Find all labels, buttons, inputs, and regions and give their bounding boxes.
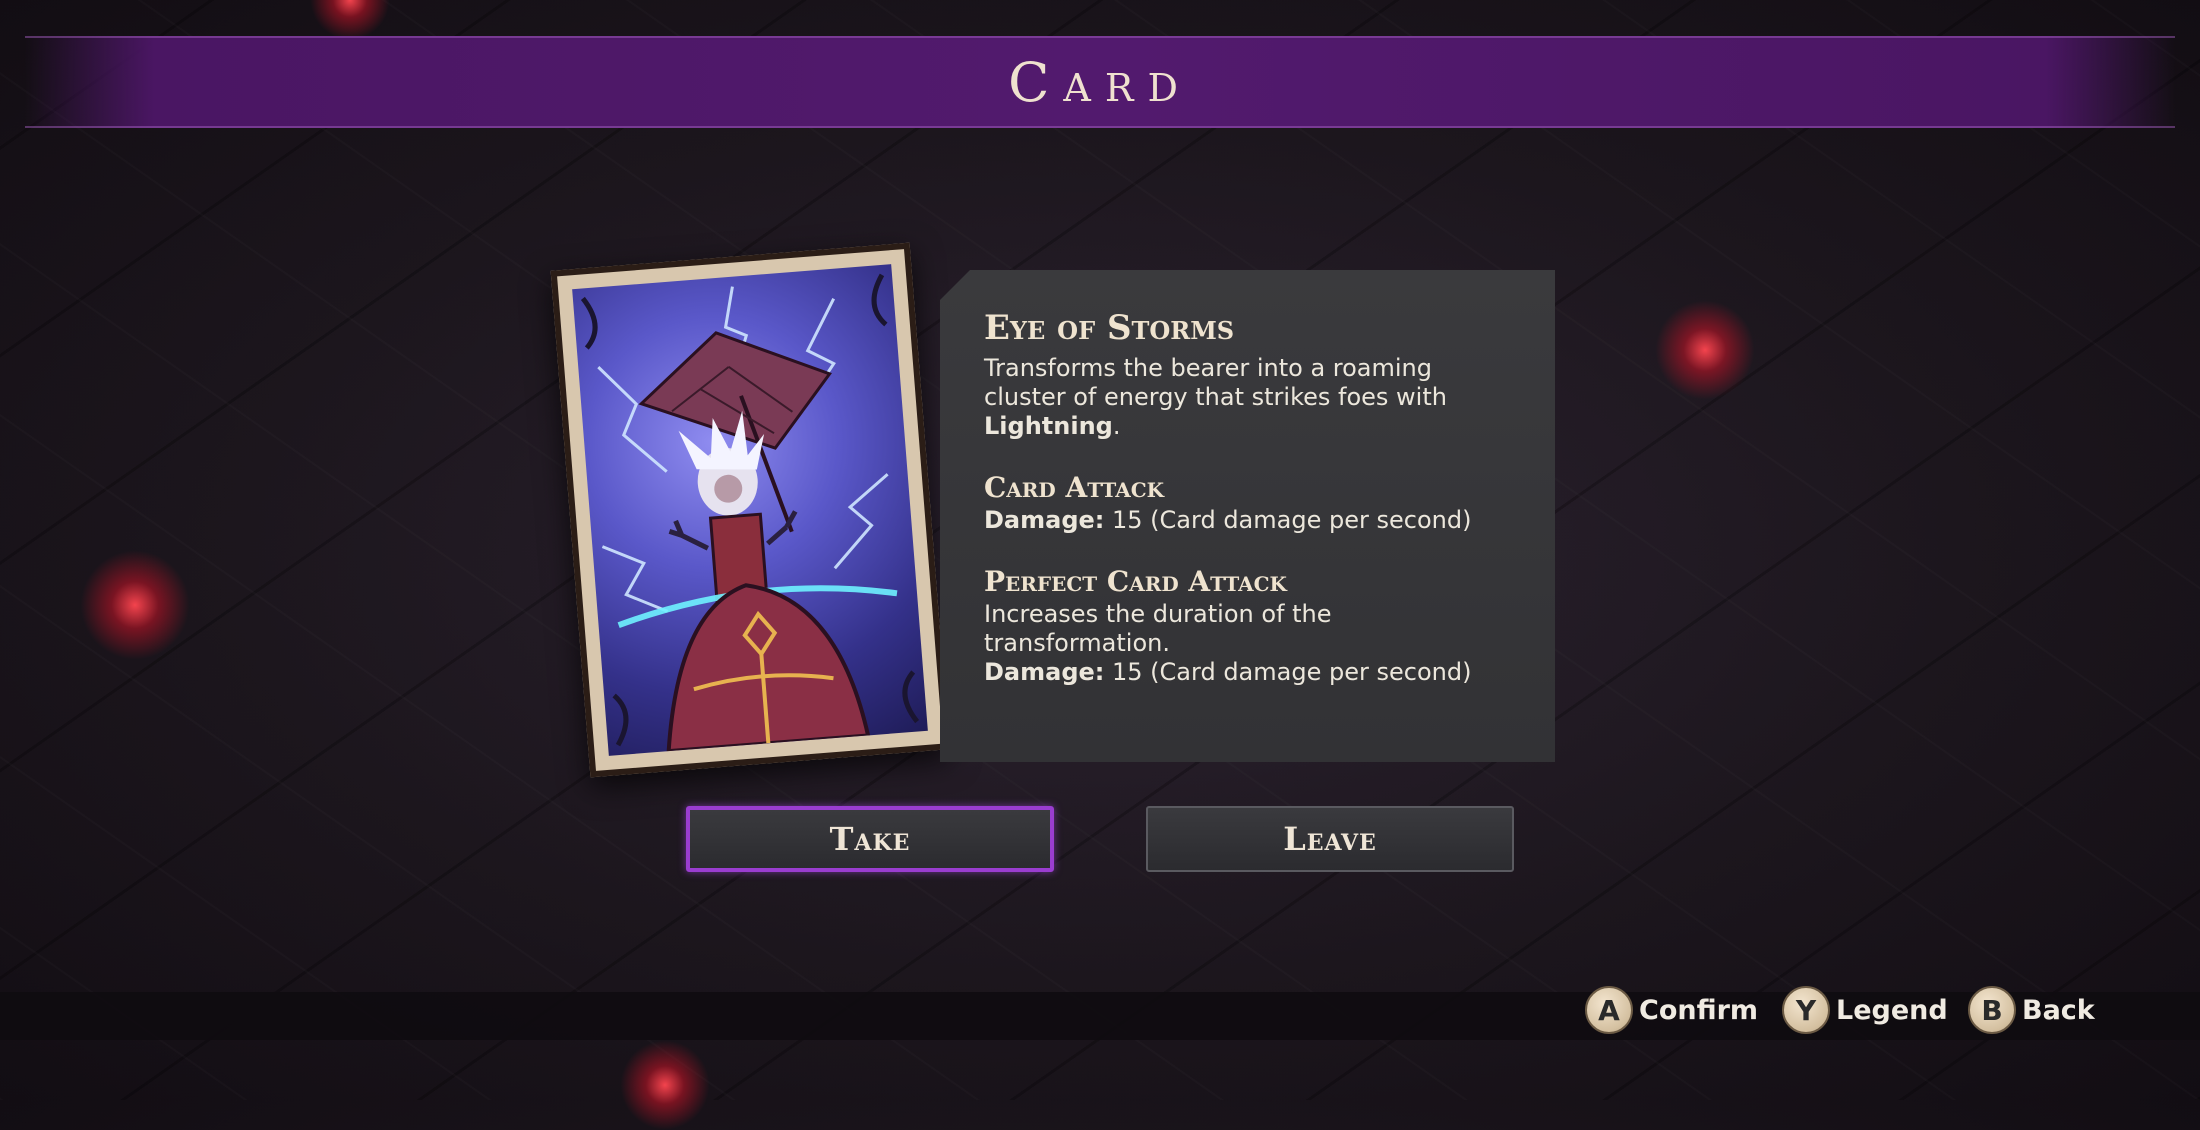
card-description-line-2: cluster of energy that strikes foes with — [984, 383, 1447, 411]
damage-label: Damage: — [984, 658, 1105, 686]
card-illustration — [550, 242, 950, 778]
page-title: Card — [1008, 50, 1192, 114]
legend-hint-label: Legend — [1836, 994, 1948, 1026]
back-hint[interactable]: B Back — [1968, 986, 2095, 1034]
storm-character-illustration — [580, 273, 920, 754]
y-button-icon: Y — [1782, 986, 1830, 1034]
card-description-end: . — [1112, 412, 1121, 440]
b-button-icon: B — [1968, 986, 2016, 1034]
red-lamp-bottom — [620, 1040, 710, 1130]
damage-value: 15 (Card damage per second) — [1112, 658, 1472, 686]
perfect-attack-text-line-2: transformation. — [984, 629, 1170, 657]
back-hint-label: Back — [2022, 994, 2095, 1026]
confirm-hint[interactable]: A Confirm — [1585, 986, 1758, 1034]
damage-value: 15 (Card damage per second) — [1112, 506, 1472, 534]
red-lamp-left — [80, 550, 190, 660]
leave-button[interactable]: Leave — [1146, 806, 1514, 872]
title-banner: Card — [25, 36, 2175, 128]
card-description-line-1: Transforms the bearer into a roaming — [984, 354, 1432, 382]
red-lamp-right — [1655, 300, 1755, 400]
card-attack-damage: Damage: 15 (Card damage per second) — [984, 506, 1511, 535]
confirm-hint-label: Confirm — [1639, 994, 1759, 1026]
take-button[interactable]: Take — [686, 806, 1054, 872]
damage-label: Damage: — [984, 506, 1105, 534]
perfect-card-attack-text: Increases the duration of the transforma… — [984, 600, 1511, 658]
legend-hint[interactable]: Y Legend — [1782, 986, 1948, 1034]
eye-of-storms-art — [572, 264, 928, 756]
card-attack-title: Card Attack — [984, 471, 1165, 504]
perfect-card-attack-title: Perfect Card Attack — [984, 565, 1287, 598]
card-description-keyword: Lightning — [984, 412, 1113, 440]
card-name: Eye of Storms — [984, 308, 1235, 348]
card-details-panel: Eye of Storms Transforms the bearer into… — [940, 270, 1555, 762]
perfect-attack-text-line-1: Increases the duration of the — [984, 600, 1332, 628]
card-description: Transforms the bearer into a roaming clu… — [984, 354, 1511, 441]
perfect-card-attack-damage: Damage: 15 (Card damage per second) — [984, 658, 1511, 687]
a-button-icon: A — [1585, 986, 1633, 1034]
